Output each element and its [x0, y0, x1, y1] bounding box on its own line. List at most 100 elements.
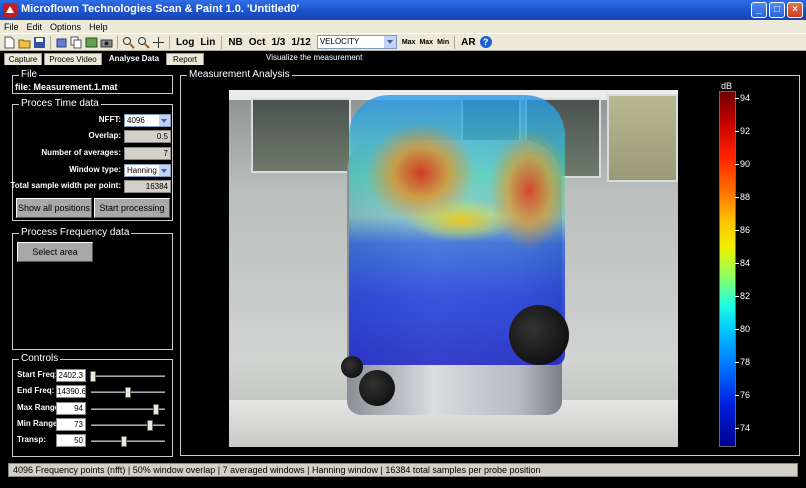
end-freq-label: End Freq: — [17, 386, 55, 395]
quantity-select[interactable]: VELOCITY — [316, 35, 397, 49]
start-freq-slider[interactable] — [90, 371, 165, 382]
window-type-row: Window type: Hanning — [13, 164, 173, 178]
maximize-button[interactable]: □ — [769, 2, 785, 18]
select-area-button[interactable]: Select area — [17, 242, 93, 262]
overlap-label: Overlap: — [88, 131, 121, 140]
lin-button[interactable]: Lin — [198, 37, 217, 48]
help-icon[interactable]: ? — [479, 36, 492, 48]
slider-thumb[interactable] — [90, 371, 97, 382]
copy-icon[interactable] — [70, 36, 83, 49]
window-pane — [251, 98, 351, 173]
nb-button[interactable]: NB — [226, 37, 244, 48]
window-type-select[interactable]: Hanning — [124, 164, 171, 177]
window-controls: _ □ × — [751, 2, 803, 18]
averages-row: Number of averages: 7 — [13, 147, 173, 161]
slider-thumb[interactable] — [153, 404, 160, 415]
averages-field[interactable]: 7 — [124, 147, 171, 160]
end-freq-field[interactable]: 14390.6 — [56, 385, 86, 398]
oct-button[interactable]: Oct — [247, 37, 268, 48]
twelfth-octave-button[interactable]: 1/12 — [289, 37, 312, 48]
file-name-label: file: Measurement.1.mat — [15, 82, 118, 92]
toolbar: Log Lin NB Oct 1/3 1/12 VELOCITY Max Max… — [0, 33, 806, 51]
menu-help[interactable]: Help — [85, 22, 112, 32]
min-range-label: Min Range: — [17, 419, 61, 428]
image-icon[interactable] — [85, 36, 98, 49]
max-range-field[interactable]: 94 — [56, 402, 86, 415]
device-wheel — [359, 370, 395, 406]
zoom-out-icon[interactable] — [137, 36, 150, 49]
chevron-down-icon[interactable] — [383, 36, 396, 48]
title-bar: Microflown Technologies Scan & Paint 1.0… — [0, 0, 806, 20]
colorbar-tick-label: 88 — [734, 192, 751, 202]
colorbar-tick-label: 92 — [734, 126, 751, 136]
max-hold-button[interactable]: Max — [418, 39, 434, 46]
nfft-row: NFFT: 4096 — [13, 114, 173, 128]
min-range-slider[interactable] — [91, 420, 165, 431]
log-button[interactable]: Log — [174, 37, 196, 48]
toolbar-separator — [117, 35, 118, 49]
slider-thumb[interactable] — [121, 436, 128, 447]
toolbar-separator — [221, 35, 223, 49]
nfft-value: 4096 — [127, 116, 145, 125]
max-range-slider[interactable] — [91, 404, 165, 415]
nfft-label: NFFT: — [98, 115, 121, 124]
window-title: Microflown Technologies Scan & Paint 1.0… — [21, 3, 300, 15]
colorbar-tick-label: 80 — [734, 324, 751, 334]
chevron-down-icon[interactable] — [159, 115, 170, 126]
file-group: File file: Measurement.1.mat — [12, 69, 173, 94]
chevron-down-icon[interactable] — [159, 165, 170, 176]
end-freq-slider[interactable] — [91, 387, 165, 398]
camera-icon[interactable] — [100, 36, 113, 49]
new-file-icon[interactable] — [3, 36, 16, 49]
colorbar-tick-label: 90 — [734, 159, 751, 169]
file-group-title: File — [19, 69, 40, 80]
open-folder-icon[interactable] — [18, 36, 31, 49]
start-processing-button[interactable]: Start processing — [94, 198, 170, 218]
nfft-select[interactable]: 4096 — [124, 114, 171, 127]
menu-edit[interactable]: Edit — [23, 22, 47, 32]
start-freq-field[interactable]: 2402.3 — [56, 369, 86, 382]
transp-slider[interactable] — [91, 436, 165, 447]
transp-field[interactable]: 50 — [56, 434, 86, 447]
show-all-positions-button[interactable]: Show all positions — [16, 198, 92, 218]
overlap-field[interactable]: 0.5 — [124, 130, 171, 143]
slider-thumb[interactable] — [147, 420, 154, 431]
minimize-button[interactable]: _ — [751, 2, 767, 18]
tab-analyse-data[interactable]: Analyse Data — [104, 51, 164, 65]
tab-bar: Capture Proces Video Analyse Data Report… — [0, 51, 806, 65]
min-button[interactable]: Min — [436, 39, 450, 46]
ar-button[interactable]: AR — [459, 37, 477, 48]
controls-group: Controls Start Freq: 2402.3 End Freq: 14… — [12, 353, 173, 457]
pan-icon[interactable] — [152, 36, 165, 49]
tab-capture[interactable]: Capture — [4, 53, 42, 65]
menu-bar: File Edit Options Help — [0, 20, 806, 33]
process-frequency-group: Process Frequency data Select area — [12, 227, 173, 350]
proces-time-group: Proces Time data NFFT: 4096 Overlap: 0.5… — [10, 98, 173, 221]
start-freq-row: Start Freq: 2402.3 — [13, 369, 173, 383]
colorbar-tick-label: 82 — [734, 291, 751, 301]
third-octave-button[interactable]: 1/3 — [269, 37, 287, 48]
slider-thumb[interactable] — [125, 387, 131, 398]
proces-time-title: Proces Time data — [19, 98, 101, 109]
min-range-field[interactable]: 73 — [56, 418, 86, 431]
tab-proces-video[interactable]: Proces Video — [44, 53, 102, 65]
sample-width-field[interactable]: 16384 — [124, 180, 171, 193]
save-icon[interactable] — [33, 36, 46, 49]
colorbar — [719, 91, 736, 447]
acoustic-image-view[interactable] — [229, 90, 678, 447]
max-button[interactable]: Max — [401, 39, 417, 46]
colorbar-tick-label: 84 — [734, 258, 751, 268]
status-bar: 4096 Frequency points (nfft) | 50% windo… — [8, 463, 798, 477]
device-wheel — [509, 305, 569, 365]
export-icon[interactable] — [55, 36, 68, 49]
min-range-row: Min Range: 73 — [13, 418, 173, 432]
toolbar-separator — [454, 35, 456, 49]
menu-file[interactable]: File — [0, 22, 23, 32]
close-button[interactable]: × — [787, 2, 803, 18]
tab-report[interactable]: Report — [166, 53, 204, 65]
menu-options[interactable]: Options — [46, 22, 85, 32]
device-wheel — [341, 356, 363, 378]
tab-hint: Visualize the measurement — [266, 53, 363, 62]
end-freq-row: End Freq: 14390.6 — [13, 385, 173, 399]
zoom-in-icon[interactable] — [122, 36, 135, 49]
